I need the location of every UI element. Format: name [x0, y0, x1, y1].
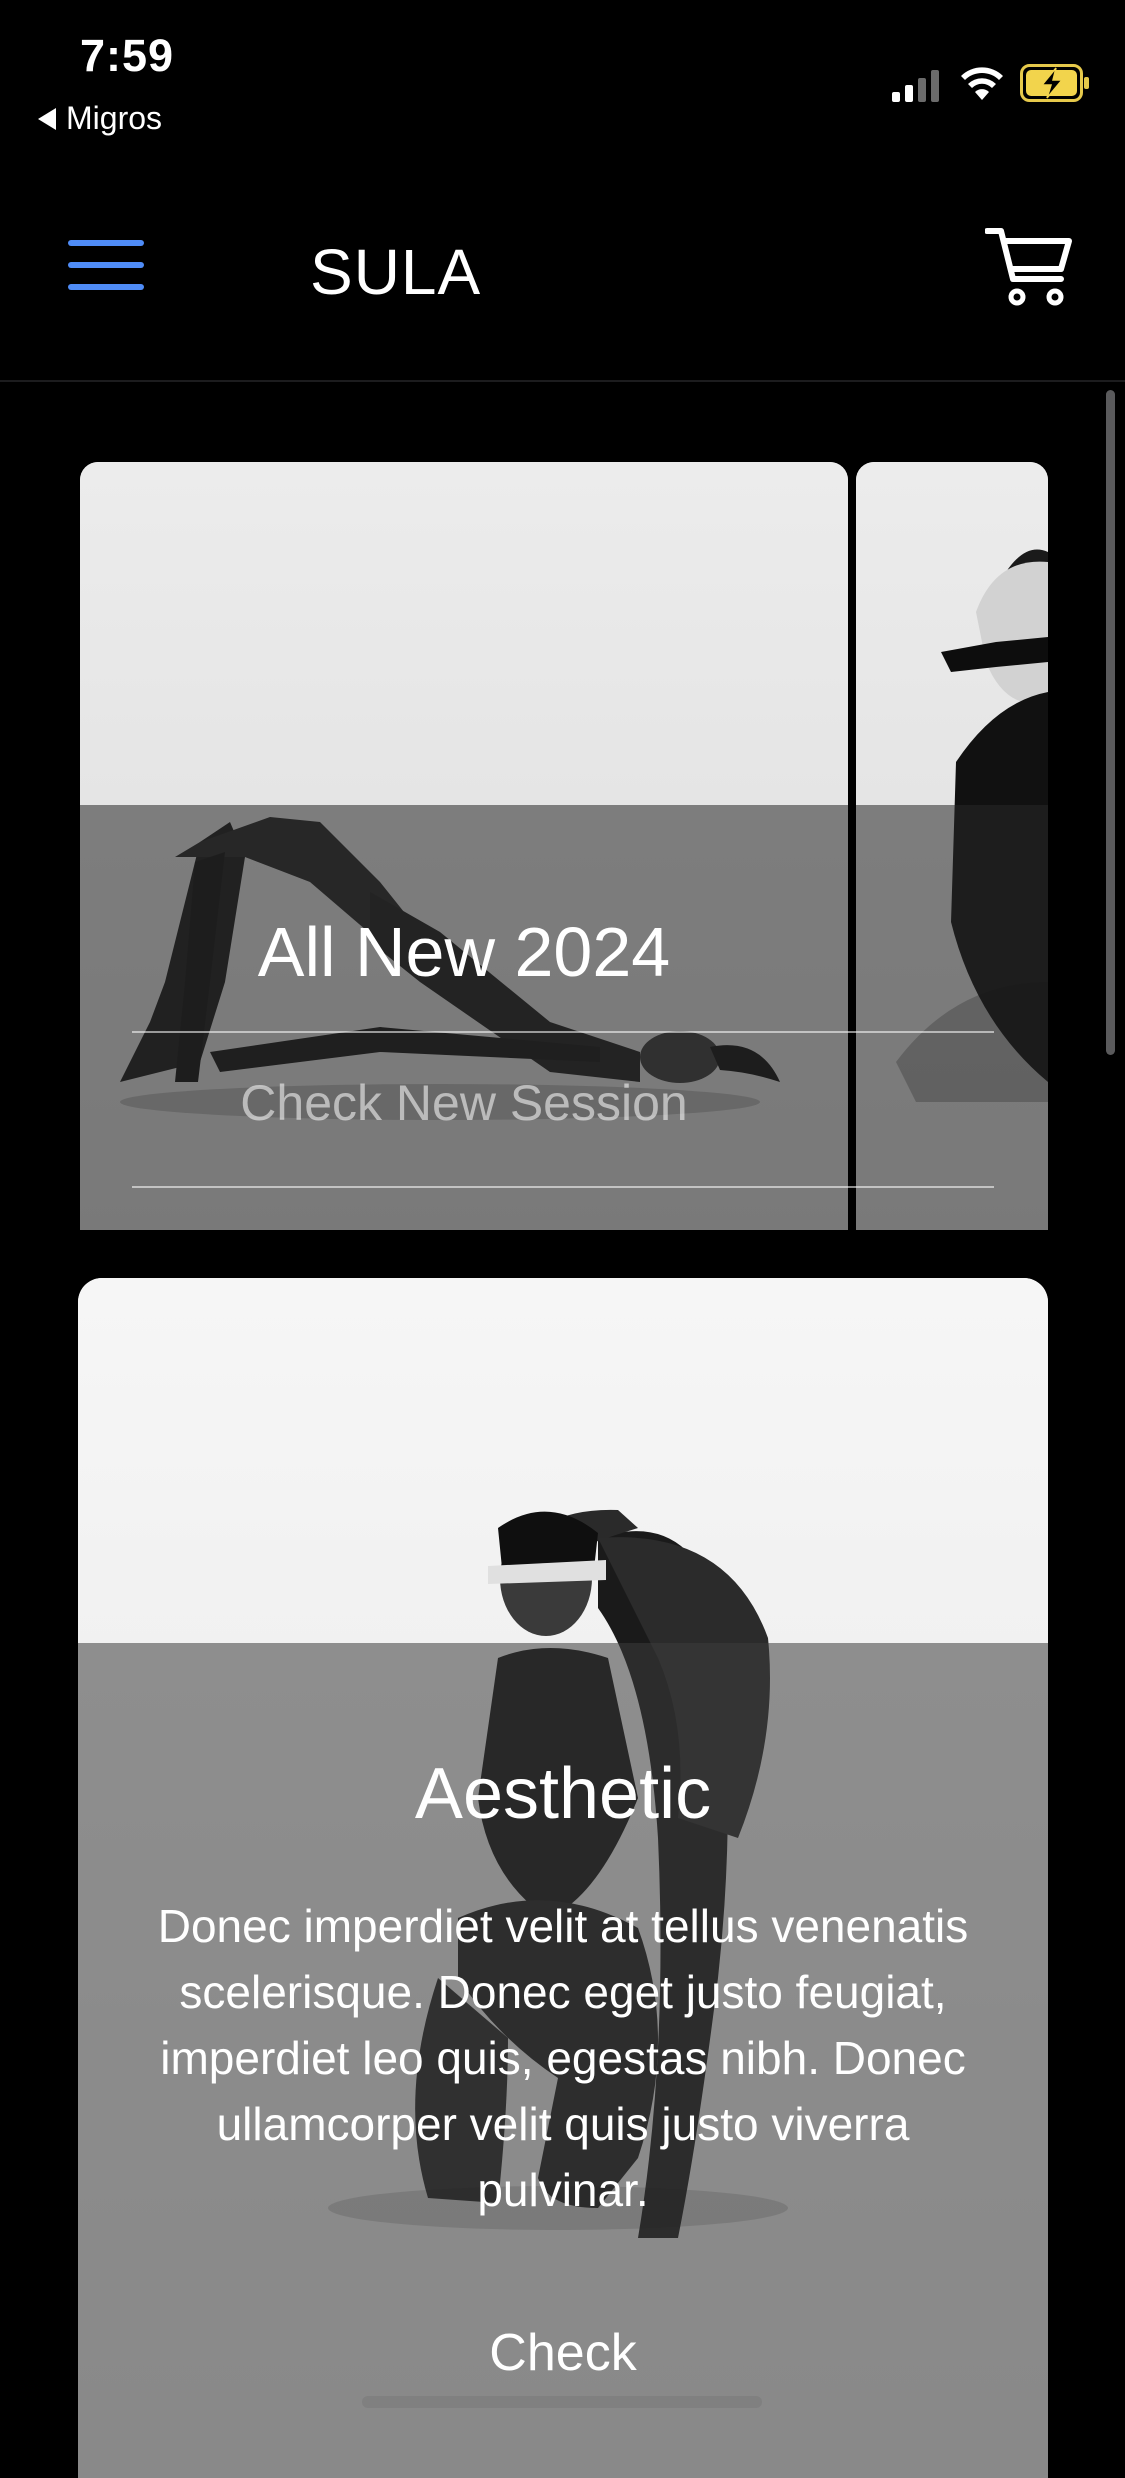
home-indicator[interactable] [362, 2396, 762, 2408]
battery-charging-icon [1020, 64, 1089, 102]
app-title: SULA [310, 236, 482, 308]
back-to-app-link[interactable]: Migros [38, 100, 162, 137]
status-bar: 7:59 Migros [0, 0, 1125, 150]
cellular-signal-icon [892, 70, 939, 102]
back-arrow-icon [38, 107, 56, 130]
feature-description: Donec imperdiet velit at tellus venenati… [157, 1900, 969, 2216]
scroll-indicator[interactable] [1106, 390, 1115, 1055]
check-button[interactable]: Check [78, 2323, 1048, 2383]
app-header: SULA [0, 190, 1125, 382]
feature-title: Aesthetic [414, 1754, 712, 1834]
slide-divider [132, 1031, 994, 1033]
hamburger-menu-icon[interactable] [68, 240, 144, 290]
back-app-label: Migros [66, 100, 163, 136]
slide-title: All New 2024 [257, 913, 671, 991]
carousel-slide-next[interactable] [856, 462, 1048, 1230]
feature-card[interactable]: Aesthetic Donec imperdiet velit at tellu… [78, 1278, 1048, 2478]
shopping-cart-icon[interactable] [985, 225, 1073, 307]
status-time: 7:59 [80, 30, 175, 81]
hero-carousel[interactable]: All New 2024 Check New Session [80, 462, 1048, 1230]
slide-overlay [80, 805, 848, 1230]
wifi-icon [961, 67, 1003, 100]
check-new-session-link[interactable]: Check New Session [80, 1074, 848, 1132]
slide-overlay [856, 805, 1048, 1230]
slide-divider [132, 1186, 994, 1188]
